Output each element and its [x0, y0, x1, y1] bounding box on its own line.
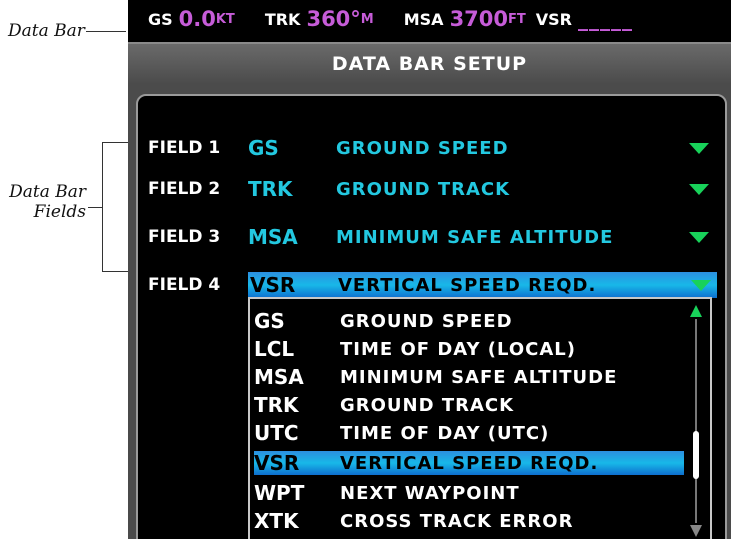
bracket-vertical	[102, 142, 103, 272]
callout-data-bar-leader	[86, 31, 126, 32]
list-item[interactable]: XTK CROSS TRACK ERROR	[254, 509, 684, 533]
field-label: FIELD 1	[148, 138, 221, 158]
field-options-list[interactable]: GS GROUND SPEED LCL TIME OF DAY (LOCAL) …	[248, 297, 712, 539]
option-abbr: TRK	[254, 393, 299, 417]
data-bar: GS 0.0 KT TRK 360° M MSA 3700 FT VSR ___…	[128, 0, 731, 38]
scrollbar-thumb[interactable]	[693, 431, 699, 479]
field-abbr: GS	[248, 136, 279, 160]
field-row-4[interactable]: FIELD 4 VSR VERTICAL SPEED REQD.	[148, 270, 723, 300]
field-row-3[interactable]: FIELD 3 MSA MINIMUM SAFE ALTITUDE	[148, 222, 723, 252]
msa-unit: FT	[508, 11, 526, 27]
field-name: VERTICAL SPEED REQD.	[338, 274, 597, 296]
trk-value: 360°	[306, 7, 361, 31]
list-item[interactable]: GS GROUND SPEED	[254, 309, 684, 333]
field-abbr: VSR	[250, 273, 296, 297]
list-item[interactable]: LCL TIME OF DAY (LOCAL)	[254, 337, 684, 361]
option-name: TIME OF DAY (LOCAL)	[340, 338, 576, 360]
gs-value: 0.0	[178, 7, 216, 31]
field-row-1[interactable]: FIELD 1 GS GROUND SPEED	[148, 133, 723, 163]
option-abbr: MSA	[254, 365, 304, 389]
field-label: FIELD 2	[148, 179, 221, 199]
option-abbr: UTC	[254, 421, 299, 445]
list-item[interactable]: TRK GROUND TRACK	[254, 393, 684, 417]
option-name: VERTICAL SPEED REQD.	[340, 452, 599, 474]
scroll-down-arrow-icon[interactable]	[690, 525, 702, 537]
dropdown-arrow-icon[interactable]	[689, 183, 709, 195]
option-abbr: XTK	[254, 509, 299, 533]
list-item[interactable]: WPT NEXT WAYPOINT	[254, 481, 684, 505]
field-abbr: TRK	[248, 177, 293, 201]
scrollbar-track[interactable]	[695, 319, 697, 523]
dropdown-arrow-icon[interactable]	[689, 231, 709, 243]
scroll-up-arrow-icon[interactable]	[690, 305, 702, 317]
option-name: GROUND TRACK	[340, 394, 515, 416]
option-name: TIME OF DAY (UTC)	[340, 422, 550, 444]
option-name: MINIMUM SAFE ALTITUDE	[340, 366, 618, 388]
bracket-mid-leader	[88, 207, 102, 208]
field-name: MINIMUM SAFE ALTITUDE	[336, 226, 614, 248]
field-name: GROUND SPEED	[336, 137, 509, 159]
option-name: GROUND SPEED	[340, 310, 513, 332]
dropdown-arrow-icon[interactable]	[689, 142, 709, 154]
gs-unit: KT	[215, 11, 235, 27]
callout-data-bar-fields: Data Bar Fields	[8, 182, 86, 222]
msa-value: 3700	[449, 7, 509, 31]
display-screen: GS 0.0 KT TRK 360° M MSA 3700 FT VSR ___…	[128, 0, 731, 539]
list-item[interactable]: MSA MINIMUM SAFE ALTITUDE	[254, 365, 684, 389]
msa-label: MSA	[403, 9, 444, 29]
field-label: FIELD 3	[148, 227, 221, 247]
field-abbr: MSA	[248, 225, 298, 249]
vsr-label: VSR	[535, 9, 572, 29]
dropdown-arrow-icon[interactable]	[691, 279, 711, 291]
option-name: CROSS TRACK ERROR	[340, 510, 574, 532]
option-abbr: VSR	[254, 451, 300, 475]
field-row-2[interactable]: FIELD 2 TRK GROUND TRACK	[148, 174, 723, 204]
field-label: FIELD 4	[148, 275, 221, 295]
callout-line-2: Fields	[33, 202, 86, 222]
callout-data-bar: Data Bar	[8, 21, 85, 41]
field-name: GROUND TRACK	[336, 178, 511, 200]
option-abbr: WPT	[254, 481, 305, 505]
option-abbr: LCL	[254, 337, 295, 361]
trk-unit: M	[360, 11, 374, 27]
list-item[interactable]: UTC TIME OF DAY (UTC)	[254, 421, 684, 445]
callout-line-1: Data Bar	[9, 182, 86, 202]
trk-label: TRK	[264, 9, 301, 29]
window-title: DATA BAR SETUP	[331, 53, 528, 75]
field-selection-highlight[interactable]: VSR VERTICAL SPEED REQD.	[248, 272, 717, 298]
option-name: NEXT WAYPOINT	[340, 482, 520, 504]
option-abbr: GS	[254, 309, 285, 333]
gs-label: GS	[148, 9, 173, 29]
vsr-value: _____	[578, 7, 633, 31]
list-item-selected[interactable]: VSR VERTICAL SPEED REQD.	[254, 451, 684, 475]
